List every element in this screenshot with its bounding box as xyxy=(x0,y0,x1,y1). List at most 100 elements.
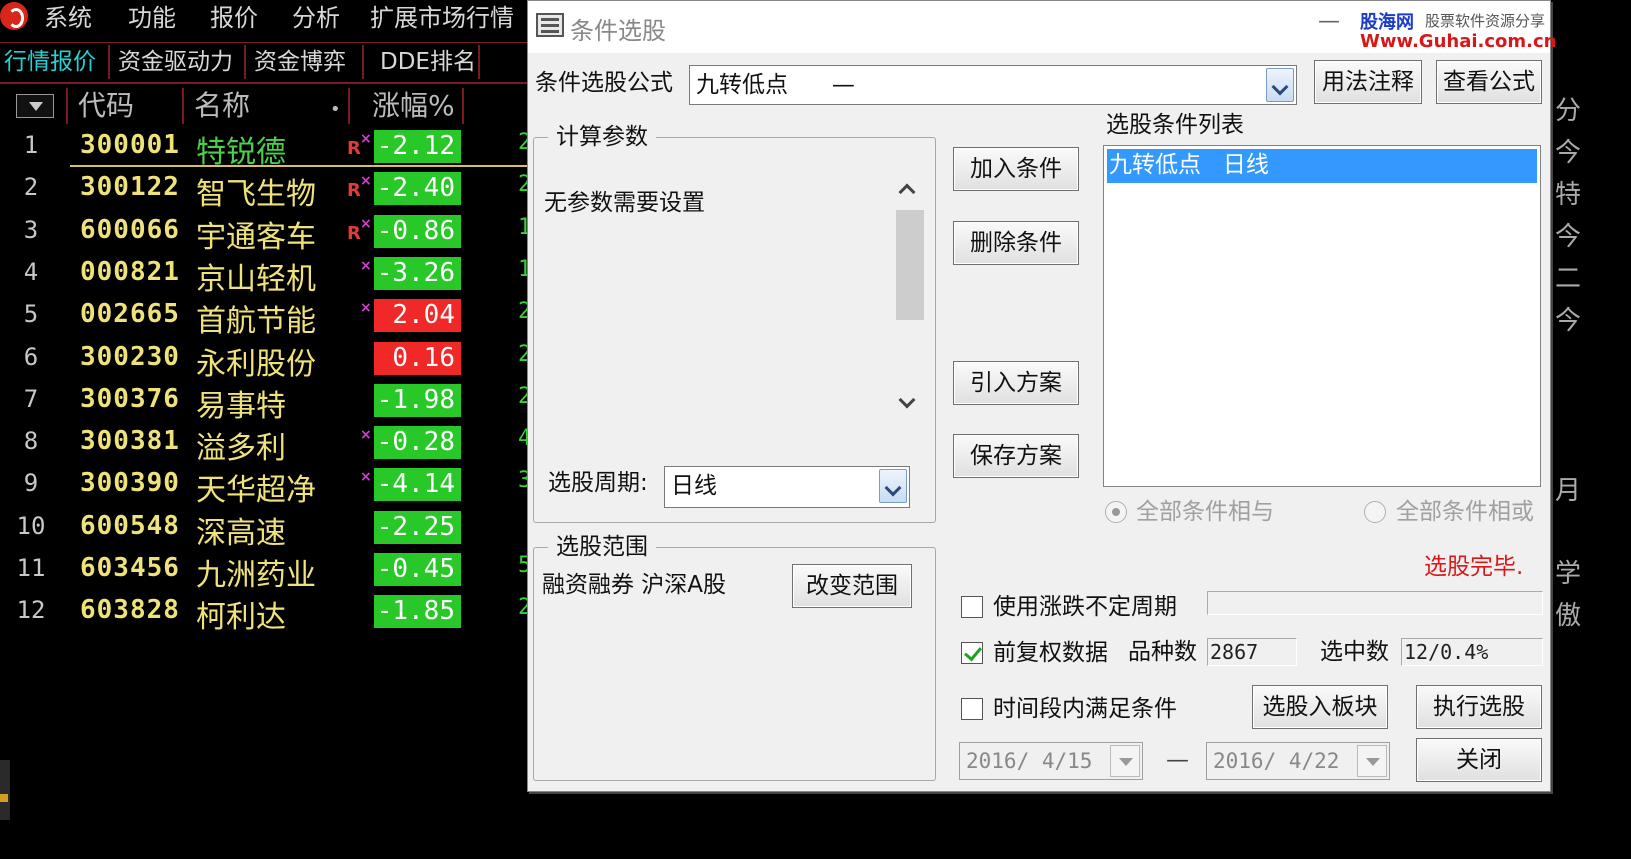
save-plan-button[interactable]: 保存方案 xyxy=(953,434,1079,478)
stock-row[interactable]: 3 600066 宇通客车 R × -0.86 1 xyxy=(0,211,548,255)
range-value: 融资融券 沪深A股 xyxy=(542,572,727,598)
select-to-block-button[interactable]: 选股入板块 xyxy=(1252,685,1388,729)
menu-extended-market[interactable]: 扩展市场行情 xyxy=(370,2,514,34)
dialog-window-icon xyxy=(536,13,564,37)
tab-dde-rank[interactable]: DDE排名 xyxy=(380,47,476,77)
column-separator xyxy=(66,88,68,124)
radio-all-or-label: 全部条件相或 xyxy=(1396,499,1534,525)
partial-column-text: 月 xyxy=(1555,476,1582,506)
tab-quotes[interactable]: 行情报价 xyxy=(4,47,96,77)
stock-row[interactable]: 7 300376 易事特 -1.98 2 xyxy=(0,380,548,424)
stock-row[interactable]: 1 300001 特锐德 R × -2.12 2 xyxy=(0,126,548,170)
chk-variable-period[interactable] xyxy=(961,596,983,618)
tab-separator xyxy=(244,45,246,79)
partial-column-text: 二 xyxy=(1555,264,1582,294)
column-dot: • xyxy=(330,99,341,120)
dialog-titlebar[interactable]: 条件选股 — 股海网 股票软件资源分享 Www.Guhai.com.cn xyxy=(528,1,1556,53)
stock-name: 永利股份 xyxy=(196,346,316,382)
stock-flag-icon: × xyxy=(347,300,372,329)
brand-logo-url: Www.Guhai.com.cn xyxy=(1360,31,1557,52)
period-select-arrow-icon[interactable] xyxy=(879,469,907,503)
condition-list-label: 选股条件列表 xyxy=(1106,112,1244,138)
column-separator xyxy=(462,88,464,124)
scroll-up-icon[interactable] xyxy=(898,183,916,201)
stock-row[interactable]: 6 300230 永利股份 0.16 2 xyxy=(0,338,548,382)
chk-time-range[interactable] xyxy=(961,698,983,720)
condition-list[interactable]: 九转低点 日线 xyxy=(1103,145,1541,487)
radio-all-and-label: 全部条件相与 xyxy=(1136,499,1274,525)
stock-row[interactable]: 11 603456 九洲药业 -0.45 5 xyxy=(0,549,548,593)
tab-separator xyxy=(108,45,110,79)
scroll-down-icon[interactable] xyxy=(898,391,916,409)
scroll-thumb[interactable] xyxy=(896,210,924,320)
usage-note-button[interactable]: 用法注释 xyxy=(1314,60,1422,104)
stock-name: 深高速 xyxy=(196,515,286,551)
stock-row[interactable]: 10 600548 深高速 -2.25 xyxy=(0,507,548,551)
row-index: 2 xyxy=(23,173,39,202)
flag-x-icon: × xyxy=(360,300,372,317)
stock-name: 易事特 xyxy=(196,388,286,424)
menu-analysis[interactable]: 分析 xyxy=(292,2,340,34)
partial-column-text: 今 xyxy=(1555,138,1582,168)
change-percent: -0.45 xyxy=(374,553,461,586)
partial-column-text: 学 xyxy=(1555,559,1582,589)
view-formula-button[interactable]: 查看公式 xyxy=(1436,60,1542,104)
menu-quote[interactable]: 报价 xyxy=(210,2,258,34)
add-condition-button[interactable]: 加入条件 xyxy=(953,147,1079,191)
change-percent: -2.12 xyxy=(374,130,461,163)
column-change[interactable]: 涨幅% xyxy=(372,90,455,122)
stock-row[interactable]: 12 603828 柯利达 -1.85 2 xyxy=(0,591,548,636)
column-name[interactable]: 名称 xyxy=(194,90,250,122)
period-select[interactable]: 日线 xyxy=(664,466,910,508)
app-logo-icon[interactable] xyxy=(0,2,28,30)
condition-list-item[interactable]: 九转低点 日线 xyxy=(1107,149,1537,183)
stock-row[interactable]: 5 002665 首航节能 × 2.04 2 xyxy=(0,295,548,339)
row-index: 8 xyxy=(23,427,39,456)
execute-selection-button[interactable]: 执行选股 xyxy=(1416,685,1542,729)
stock-row[interactable]: 8 300381 溢多利 × -0.28 4 xyxy=(0,422,548,467)
end-date-arrow-icon[interactable] xyxy=(1357,745,1387,777)
import-plan-button[interactable]: 引入方案 xyxy=(953,361,1079,405)
stock-flag-icon: × xyxy=(347,427,372,456)
tab-fund-game[interactable]: 资金博弈 xyxy=(254,47,346,77)
chk-adjusted-data[interactable] xyxy=(961,642,983,664)
sort-dropdown-icon[interactable] xyxy=(16,94,54,118)
change-range-button[interactable]: 改变范围 xyxy=(792,564,912,608)
stock-name: 柯利达 xyxy=(196,600,286,636)
menu-system[interactable]: 系统 xyxy=(44,2,92,34)
radio-all-and[interactable] xyxy=(1105,501,1127,523)
formula-label: 条件选股公式 xyxy=(535,70,673,96)
tab-separator xyxy=(362,45,364,79)
params-scrollbar[interactable] xyxy=(894,180,924,416)
column-separator xyxy=(348,88,350,124)
brand-logo-slogan: 股票软件资源分享 xyxy=(1425,12,1546,30)
tab-fund-drive[interactable]: 资金驱动力 xyxy=(118,47,233,77)
partial-column-text: 今 xyxy=(1555,222,1582,252)
radio-all-or[interactable] xyxy=(1364,501,1386,523)
range-group-title: 选股范围 xyxy=(548,533,656,561)
params-empty-text: 无参数需要设置 xyxy=(544,190,705,216)
column-code[interactable]: 代码 xyxy=(78,90,134,122)
stock-name: 九洲药业 xyxy=(196,558,316,593)
stock-row[interactable]: 4 000821 京山轻机 × -3.26 1 xyxy=(0,253,548,297)
partial-column-text: 今 xyxy=(1555,306,1582,336)
formula-select[interactable]: 九转低点 — xyxy=(689,65,1297,105)
stock-code: 002665 xyxy=(80,299,180,330)
close-button[interactable]: 关闭 xyxy=(1416,738,1542,782)
stock-row[interactable]: 2 300122 智飞生物 R × -2.40 2 xyxy=(0,168,548,212)
stock-code: 600548 xyxy=(80,510,180,541)
change-percent: -2.25 xyxy=(374,510,461,544)
start-date-field[interactable]: 2016/ 4/15 xyxy=(959,742,1143,780)
flag-x-icon: × xyxy=(360,173,372,190)
minimize-button[interactable]: — xyxy=(1318,7,1340,37)
period-label: 选股周期: xyxy=(548,470,648,496)
change-percent: -2.40 xyxy=(374,172,461,206)
menu-function[interactable]: 功能 xyxy=(128,2,176,34)
stock-name: 溢多利 xyxy=(196,431,286,467)
formula-select-arrow-icon[interactable] xyxy=(1266,68,1294,102)
stock-row[interactable]: 9 300390 天华超净 × -4.14 3 xyxy=(0,464,548,508)
delete-condition-button[interactable]: 删除条件 xyxy=(953,221,1079,265)
start-date-arrow-icon[interactable] xyxy=(1110,745,1140,777)
row-index: 10 xyxy=(16,511,46,540)
end-date-field[interactable]: 2016/ 4/22 xyxy=(1206,742,1390,780)
